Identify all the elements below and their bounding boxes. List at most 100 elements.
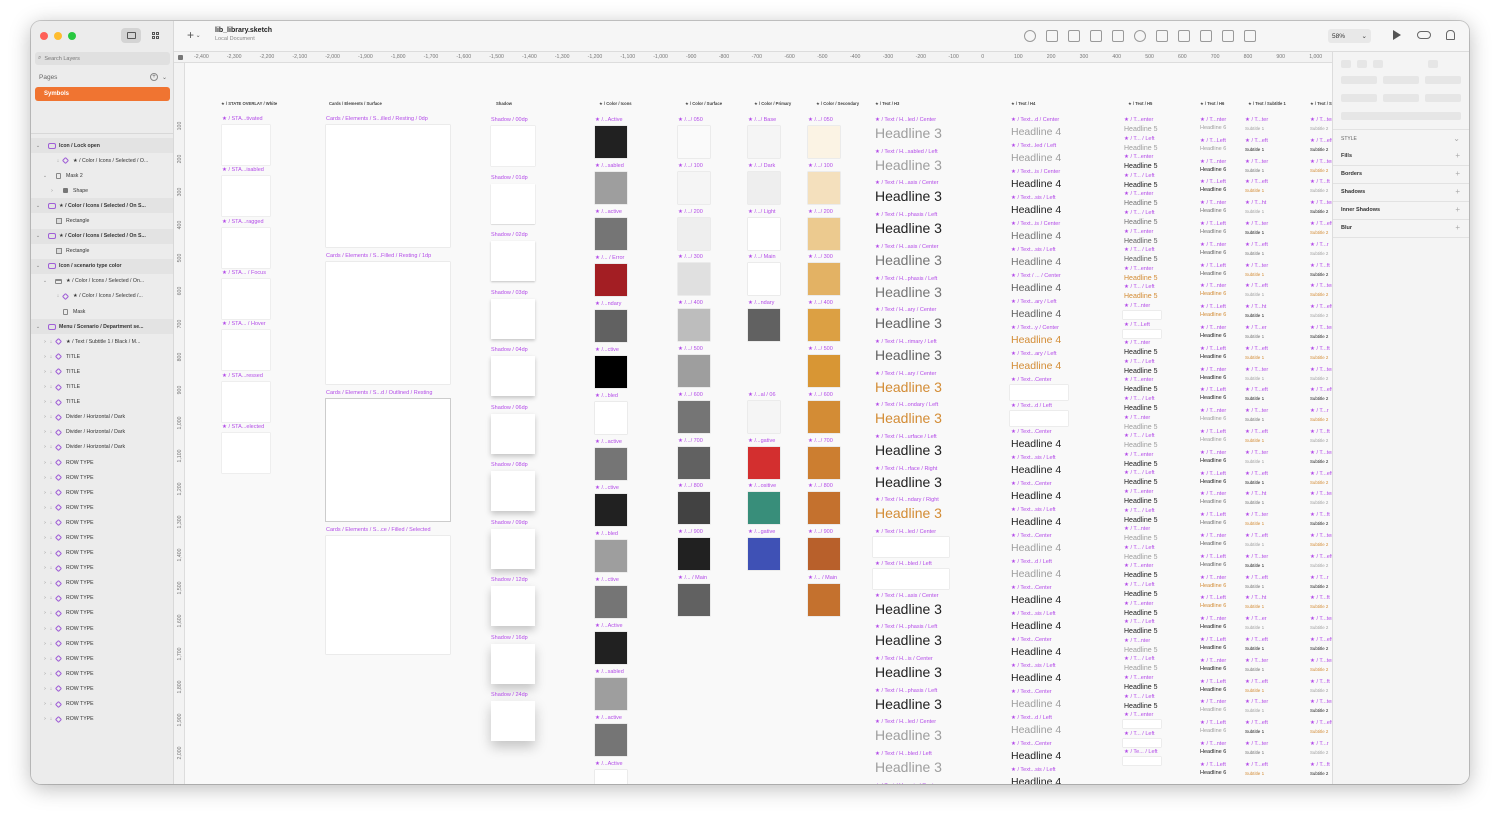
symbol-artboard[interactable] [222, 125, 270, 165]
symbol-label[interactable]: ★ / T...nter [1124, 303, 1150, 309]
symbol-label[interactable]: ★ / Text / H...is / Center [875, 656, 933, 662]
symbol-label[interactable]: ★ /.../ 500 [678, 346, 703, 352]
y-field[interactable] [1383, 76, 1419, 84]
symbol-label[interactable]: ★ / T...ter [1245, 741, 1268, 747]
symbol-label[interactable]: Cards / Elements / S...d / Outlined / Re… [326, 390, 432, 396]
symbol-artboard[interactable] [808, 538, 840, 571]
symbol-label[interactable]: ★ / T...ter [1245, 221, 1268, 227]
symbol-artboard[interactable] [678, 492, 710, 525]
disclosure-arrow-icon[interactable]: ⌄ [35, 203, 41, 209]
symbol-label[interactable]: ★ / T...enter [1124, 377, 1153, 383]
symbol-label[interactable]: ★ / Text...sis / Left [1011, 663, 1056, 669]
symbol-artboard[interactable] [595, 356, 627, 388]
symbol-artboard[interactable] [595, 264, 627, 296]
symbol-label[interactable]: ★ / Text...sis / Left [1011, 195, 1056, 201]
chevron-down-icon[interactable]: ⌄ [1453, 134, 1460, 143]
symbol-label[interactable]: Shadow / 01dp [491, 175, 528, 181]
horizontal-ruler[interactable]: -2,400 -2,300 -2,200 -2,100 -2,000 -1,900 -1,8… [174, 52, 1332, 63]
symbol-label[interactable]: ★ /.../ Light [748, 209, 776, 215]
layer-row[interactable]: › ↓ ROW TYPE [31, 530, 173, 545]
symbol-artboard[interactable] [678, 126, 710, 158]
symbol-label[interactable]: ★ /.../ 100 [808, 163, 833, 169]
symbol-label[interactable]: ★ /...ndary [595, 301, 621, 307]
symbol-label[interactable]: ★ /.../ 500 [808, 346, 833, 352]
layer-row[interactable]: › ↓ Divider / Horizontal / Dark [31, 425, 173, 440]
symbol-label[interactable]: ★ / T...ft [1310, 595, 1330, 601]
symbol-label[interactable]: ★ / T...r [1310, 575, 1329, 581]
symbol-label[interactable]: ★ /.../ 300 [678, 254, 703, 260]
symbol-label[interactable]: ★ / STA...elected [222, 424, 264, 430]
symbol-label[interactable]: ★ /...ctive [595, 347, 619, 353]
symbol-label[interactable]: ★ /...bled [595, 393, 618, 399]
symbol-label[interactable]: ★ /...ctive [595, 577, 619, 583]
layer-row[interactable]: › ↓ ROW TYPE [31, 470, 173, 485]
symbol-label[interactable]: ★ /.../ 050 [678, 117, 703, 123]
symbol-label[interactable]: ★ / T...Left [1200, 138, 1226, 144]
symbol-label[interactable]: ★ / T...ter [1310, 117, 1332, 123]
symbol-label[interactable]: Cards / Elements / S...Filled / Resting … [326, 253, 431, 259]
symbol-label[interactable]: ★ /...al / 06 [748, 392, 776, 398]
symbol-artboard[interactable] [808, 126, 840, 158]
symbol-label[interactable]: ★ / T...eft [1245, 762, 1268, 768]
forward-icon[interactable] [1046, 30, 1058, 42]
symbol-artboard[interactable] [326, 262, 450, 384]
symbol-artboard[interactable] [1010, 385, 1068, 400]
symbol-artboard[interactable] [1123, 329, 1161, 338]
symbol-label[interactable]: ★ / Text...Center [1011, 741, 1052, 747]
symbol-label[interactable]: ★ / Text / H...urface / Left [875, 434, 937, 440]
symbol-label[interactable]: ★ / T...nter [1200, 699, 1226, 705]
symbol-label[interactable]: ★ /.../ 800 [808, 483, 833, 489]
symbol-artboard[interactable] [808, 584, 840, 616]
symbol-label[interactable]: ★ / Text...Center [1011, 585, 1052, 591]
symbol-label[interactable]: ★ / T...Left [1200, 762, 1226, 768]
layer-row[interactable]: › ↓ Divider / Horizontal / Dark [31, 410, 173, 425]
symbol-label[interactable]: ★ / T...ter [1310, 658, 1332, 664]
symbol-label[interactable]: ★ / T...ter [1245, 159, 1268, 165]
symbol-label[interactable]: ★ / Text...sis / Left [1011, 247, 1056, 253]
symbol-label[interactable]: ★ /...ndary [748, 300, 774, 306]
symbol-label[interactable]: ★ / T...nter [1124, 340, 1150, 346]
page-item-symbols[interactable]: Symbols [35, 87, 170, 101]
opacity-field[interactable] [1341, 112, 1461, 120]
symbol-label[interactable]: ★ / T...er [1245, 616, 1267, 622]
symbol-label[interactable]: ★ / T...nter [1200, 200, 1226, 206]
symbol-artboard[interactable] [1123, 720, 1161, 729]
symbol-label[interactable]: ★ / T...eft [1245, 429, 1268, 435]
symbol-label[interactable]: ★ / Text...is / Center [1011, 221, 1060, 227]
symbol-artboard[interactable] [808, 355, 840, 387]
symbol-label[interactable]: ★ / T...Left [1200, 512, 1226, 518]
symbol-label[interactable]: ★ / T...ter [1245, 408, 1268, 414]
symbol-artboard[interactable] [595, 770, 627, 784]
symbol-artboard[interactable] [595, 632, 627, 664]
symbol-label[interactable]: ★ / T...nter [1200, 242, 1226, 248]
symbol-label[interactable]: ★ / T...r [1310, 242, 1329, 248]
symbol-label[interactable]: ★ / T...eft [1310, 138, 1332, 144]
symbol-artboard[interactable] [678, 309, 710, 342]
symbol-artboard[interactable] [1123, 738, 1161, 747]
symbol-artboard[interactable] [873, 568, 949, 589]
symbol-artboard[interactable] [595, 724, 627, 756]
symbol-label[interactable]: ★ / T... / Left [1124, 173, 1155, 179]
symbol-label[interactable]: ★ / T...ter [1245, 117, 1268, 123]
disclosure-arrow-icon[interactable]: › [49, 188, 55, 194]
symbol-label[interactable]: ★ / T...nter [1200, 325, 1226, 331]
symbol-label[interactable]: ★ / T...eft [1245, 575, 1268, 581]
x-field[interactable] [1341, 76, 1377, 84]
height-field[interactable] [1383, 94, 1419, 102]
symbol-artboard[interactable] [748, 400, 780, 433]
symbol-label[interactable]: ★ / T...ft [1310, 512, 1330, 518]
symbol-label[interactable]: ★ / Text / H...rimary / Left [875, 339, 937, 345]
symbol-label[interactable]: Shadow / 06dp [491, 405, 528, 411]
flip-field[interactable] [1425, 94, 1461, 102]
symbol-label[interactable]: ★ / T...nter [1200, 741, 1226, 747]
symbol-label[interactable]: Shadow / 00dp [491, 117, 528, 123]
symbol-label[interactable]: Cards / Elements / S...illed / Resting /… [326, 116, 428, 122]
symbol-label[interactable]: ★ / T...eft [1245, 242, 1268, 248]
symbol-label[interactable]: ★ / T... / Left [1124, 136, 1155, 142]
symbol-label[interactable]: ★ / T...nter [1200, 450, 1226, 456]
symbol-label[interactable]: ★ /...Active [595, 761, 623, 767]
symbol-label[interactable]: ★ / STA...isabled [222, 167, 264, 173]
symbol-label[interactable]: ★ / T... / Left [1124, 470, 1155, 476]
vertical-ruler[interactable]: 100 200 300 400 500 600 700 800 900 1,000 1,100 1,2… [174, 63, 185, 784]
symbol-artboard[interactable] [748, 263, 780, 296]
